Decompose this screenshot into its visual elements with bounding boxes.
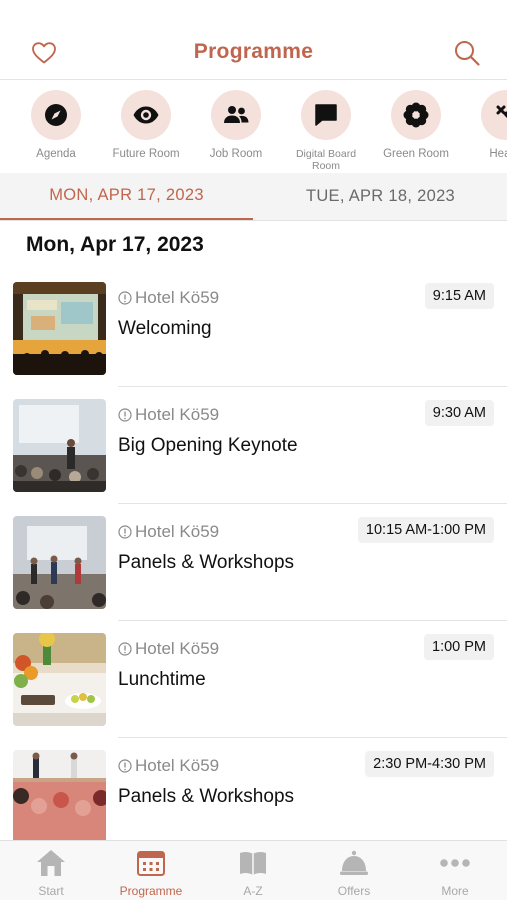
session-time: 1:00 PM (424, 634, 494, 660)
category-icon-circle (391, 90, 441, 140)
chat-bubble-icon (315, 104, 337, 126)
category-icon-circle (481, 90, 507, 140)
session-thumbnail (13, 282, 106, 375)
day-heading: Mon, Apr 17, 2023 (26, 233, 204, 256)
session-time: 2:30 PM-4:30 PM (365, 751, 494, 777)
tab-a-z[interactable]: A-Z (203, 847, 303, 898)
tab-more[interactable]: More (405, 847, 505, 898)
tab-date-apr-17[interactable]: MON, APR 17, 2023 (0, 173, 253, 220)
session-location-label: Hotel Kö59 (135, 522, 220, 541)
session-location: Hotel Kö59 (118, 288, 219, 308)
tab-programme[interactable]: Programme (101, 847, 201, 898)
session-item[interactable]: Hotel Kö59 Lunchtime 1:00 PM (0, 621, 507, 738)
panel-discussion-photo (13, 516, 106, 609)
session-thumbnail (13, 516, 106, 609)
session-item[interactable]: Hotel Kö59 Panels & Workshops 2:30 PM-4:… (0, 738, 507, 840)
health-icon (496, 105, 507, 122)
session-title: Lunchtime (118, 669, 206, 690)
session-time: 9:30 AM (424, 400, 494, 426)
category-label: Job Room (209, 148, 263, 160)
session-location-label: Hotel Kö59 (135, 639, 220, 658)
session-location-label: Hotel Kö59 (135, 756, 220, 775)
search-button[interactable] (450, 36, 484, 70)
session-location: Hotel Kö59 (118, 405, 219, 425)
session-title: Welcoming (118, 318, 212, 339)
tab-label: More (441, 884, 469, 898)
bell-icon (340, 850, 368, 875)
conference-stage-photo (13, 282, 106, 375)
more-dots-icon (440, 859, 470, 867)
category-icon-circle (121, 90, 171, 140)
session-title: Big Opening Keynote (118, 435, 298, 456)
session-list[interactable]: Hotel Kö59 Welcoming 9:15 AM Hotel Kö59 … (0, 270, 507, 840)
category-digital-board-room[interactable]: Digital Board Room (281, 90, 371, 172)
category-icon-circle (301, 90, 351, 140)
category-label: Future Room (112, 148, 180, 160)
tab-label: A-Z (243, 884, 263, 898)
eye-icon (133, 106, 159, 124)
info-circle-icon (118, 759, 132, 773)
category-label: Health (489, 148, 507, 160)
session-title: Panels & Workshops (118, 786, 295, 807)
calendar-icon (137, 851, 165, 876)
session-item[interactable]: Hotel Kö59 Panels & Workshops 10:15 AM-1… (0, 504, 507, 621)
category-label: Digital Board Room (295, 148, 357, 172)
session-time: 9:15 AM (424, 283, 494, 309)
tab-label: Offers (337, 884, 371, 898)
session-title: Panels & Workshops (118, 552, 295, 573)
tab-offers[interactable]: Offers (304, 847, 404, 898)
info-circle-icon (118, 408, 132, 422)
category-future-room[interactable]: Future Room (101, 90, 191, 160)
bottom-tab-bar: Start Programme A-Z Offers More (0, 840, 507, 900)
session-time: 10:15 AM-1:00 PM (357, 517, 494, 543)
house-icon (37, 850, 65, 876)
category-agenda[interactable]: Agenda (11, 90, 101, 160)
info-circle-icon (118, 642, 132, 656)
tab-label: Programme (119, 884, 183, 898)
session-location: Hotel Kö59 (118, 756, 219, 776)
category-strip[interactable]: Agenda Future Room Job Room Digital Boar… (0, 81, 507, 173)
category-green-room[interactable]: Green Room (371, 90, 461, 160)
people-icon (224, 106, 249, 123)
session-location-label: Hotel Kö59 (135, 288, 220, 307)
session-thumbnail (13, 750, 106, 840)
session-item[interactable]: Hotel Kö59 Big Opening Keynote 9:30 AM (0, 387, 507, 504)
session-item[interactable]: Hotel Kö59 Welcoming 9:15 AM (0, 270, 507, 387)
search-icon (455, 41, 480, 66)
flower-icon (403, 102, 429, 128)
keynote-speaker-photo (13, 399, 106, 492)
category-health[interactable]: Health (461, 90, 507, 160)
tab-date-apr-18[interactable]: TUE, APR 18, 2023 (254, 173, 507, 220)
category-label: Agenda (36, 148, 76, 160)
session-location: Hotel Kö59 (118, 639, 219, 659)
date-tabs: MON, APR 17, 2023 TUE, APR 18, 2023 (0, 173, 507, 221)
info-circle-icon (118, 525, 132, 539)
category-icon-circle (31, 90, 81, 140)
book-icon (240, 851, 266, 875)
compass-icon (45, 104, 67, 126)
tab-start[interactable]: Start (1, 847, 101, 898)
session-location: Hotel Kö59 (118, 522, 219, 542)
panel-stage-photo (13, 750, 106, 840)
category-job-room[interactable]: Job Room (191, 90, 281, 160)
page-title: Programme (193, 40, 314, 63)
category-label: Green Room (383, 148, 449, 160)
session-thumbnail (13, 633, 106, 726)
session-thumbnail (13, 399, 106, 492)
category-icon-circle (211, 90, 261, 140)
buffet-photo (13, 633, 106, 726)
session-location-label: Hotel Kö59 (135, 405, 220, 424)
info-circle-icon (118, 291, 132, 305)
tab-label: Start (38, 884, 64, 898)
app-header: Programme (0, 0, 507, 80)
